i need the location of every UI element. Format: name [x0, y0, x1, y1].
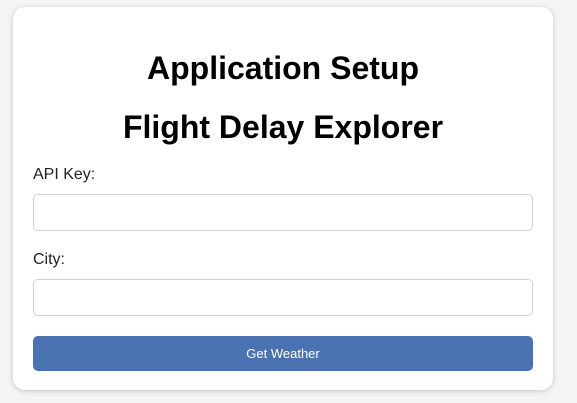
setup-card: Application Setup Flight Delay Explorer …: [13, 7, 553, 390]
setup-heading: Application Setup: [147, 50, 419, 86]
get-weather-button[interactable]: Get Weather: [33, 336, 533, 371]
api-key-input[interactable]: [33, 194, 533, 231]
city-label: City:: [33, 251, 65, 268]
api-key-label: API Key:: [33, 166, 96, 183]
city-input[interactable]: [33, 279, 533, 316]
app-title: Flight Delay Explorer: [122, 109, 444, 145]
